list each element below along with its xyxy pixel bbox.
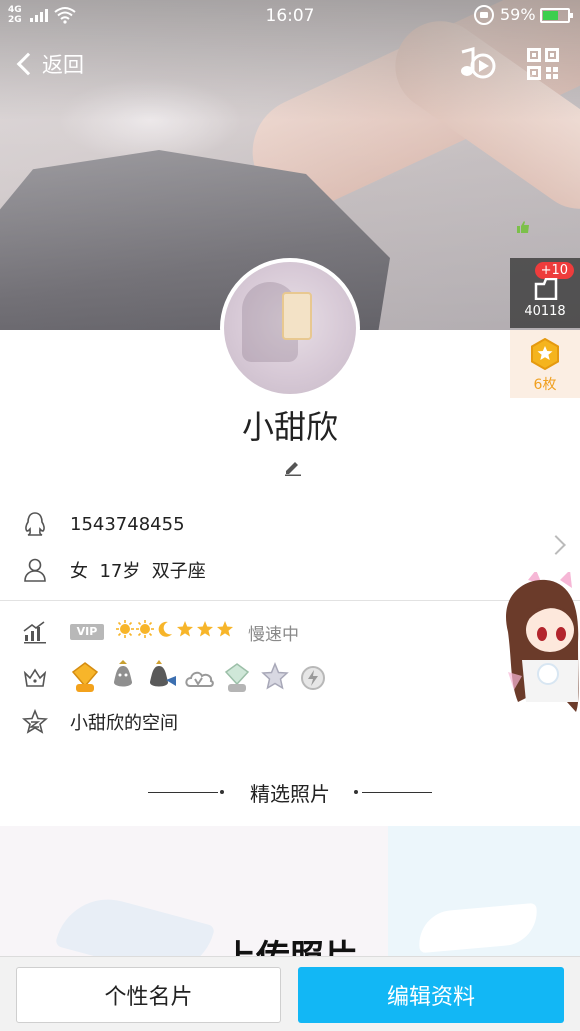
edit-pen-icon[interactable] — [284, 458, 302, 476]
like-count: 40118 — [524, 304, 566, 319]
title-line-right — [362, 792, 432, 793]
crown-icon — [23, 668, 47, 687]
edit-profile-button[interactable]: 编辑资料 — [298, 967, 564, 1023]
qzone-star-icon — [22, 709, 48, 734]
anime-girl-sticker — [506, 572, 579, 712]
star-coin-icon — [531, 338, 559, 370]
like-button[interactable]: +10 40118 — [510, 258, 580, 328]
penguin-fish-icon[interactable] — [146, 660, 176, 694]
basic-info-row[interactable]: 女 17岁 双子座 — [0, 550, 580, 590]
qq-penguin-icon — [25, 512, 45, 536]
vip-badge: VIP — [70, 624, 104, 640]
back-label: 返回 — [42, 53, 84, 77]
penguin-icon[interactable] — [108, 660, 138, 694]
star-level-icon — [177, 621, 193, 637]
badges-row[interactable] — [0, 658, 580, 698]
status-bar: 4G 2G 16:07 59% — [0, 0, 580, 32]
battery-percent: 59% — [500, 5, 536, 24]
qq-number: 1543748455 — [70, 513, 185, 535]
featured-photos-title: 精选照片 — [0, 778, 580, 808]
avatar[interactable] — [220, 258, 360, 398]
coin-count: 6枚 — [533, 377, 557, 393]
gem-lv1-icon[interactable] — [222, 660, 252, 694]
chevron-left-icon — [16, 52, 40, 76]
level-chart-icon — [23, 621, 46, 644]
upload-photo-panel[interactable]: 上传照片 — [0, 826, 580, 962]
featured-title-label: 精选照片 — [250, 782, 330, 806]
avatar-phone-shape — [282, 292, 312, 340]
qzone-label: 小甜欣的空间 — [70, 713, 178, 734]
speed-status: 慢速中 — [248, 624, 299, 645]
bottom-action-bar: 个性名片 编辑资料 — [0, 956, 580, 1031]
divider — [0, 600, 580, 601]
like-increment-badge: +10 — [534, 262, 574, 279]
sun-level-icon — [116, 620, 134, 638]
badge-list — [70, 660, 328, 694]
basic-info-text: 女 17岁 双子座 — [70, 561, 206, 582]
level-icons — [116, 620, 234, 638]
thumb-up-icon — [517, 221, 529, 233]
level-row[interactable]: VIP 慢速中 — [0, 612, 580, 652]
back-button[interactable]: 返回 — [12, 48, 84, 80]
coin-button[interactable]: 6枚 — [510, 330, 580, 398]
qq-number-row[interactable]: 1543748455 — [0, 504, 580, 544]
nickname: 小甜欣 — [241, 408, 338, 446]
star-badge-icon[interactable] — [260, 660, 290, 694]
title-dot-right — [354, 790, 358, 794]
lightning-badge-icon[interactable] — [298, 660, 328, 694]
battery-icon — [540, 8, 573, 23]
moon-level-icon — [158, 621, 172, 637]
person-icon — [24, 558, 46, 582]
qzone-row[interactable]: 小甜欣的空间 — [0, 702, 580, 742]
qr-code-icon[interactable] — [527, 48, 559, 80]
profile-card-button[interactable]: 个性名片 — [16, 967, 281, 1023]
music-play-icon[interactable] — [458, 46, 496, 82]
star-level-icon — [217, 621, 233, 637]
cloud-v-icon[interactable] — [184, 660, 214, 694]
thumb-up-icon — [534, 278, 558, 300]
star-level-icon — [197, 621, 213, 637]
diamond-lv5-icon[interactable] — [70, 660, 100, 694]
sun-level-icon — [136, 620, 154, 638]
rotation-lock-icon — [474, 5, 494, 25]
